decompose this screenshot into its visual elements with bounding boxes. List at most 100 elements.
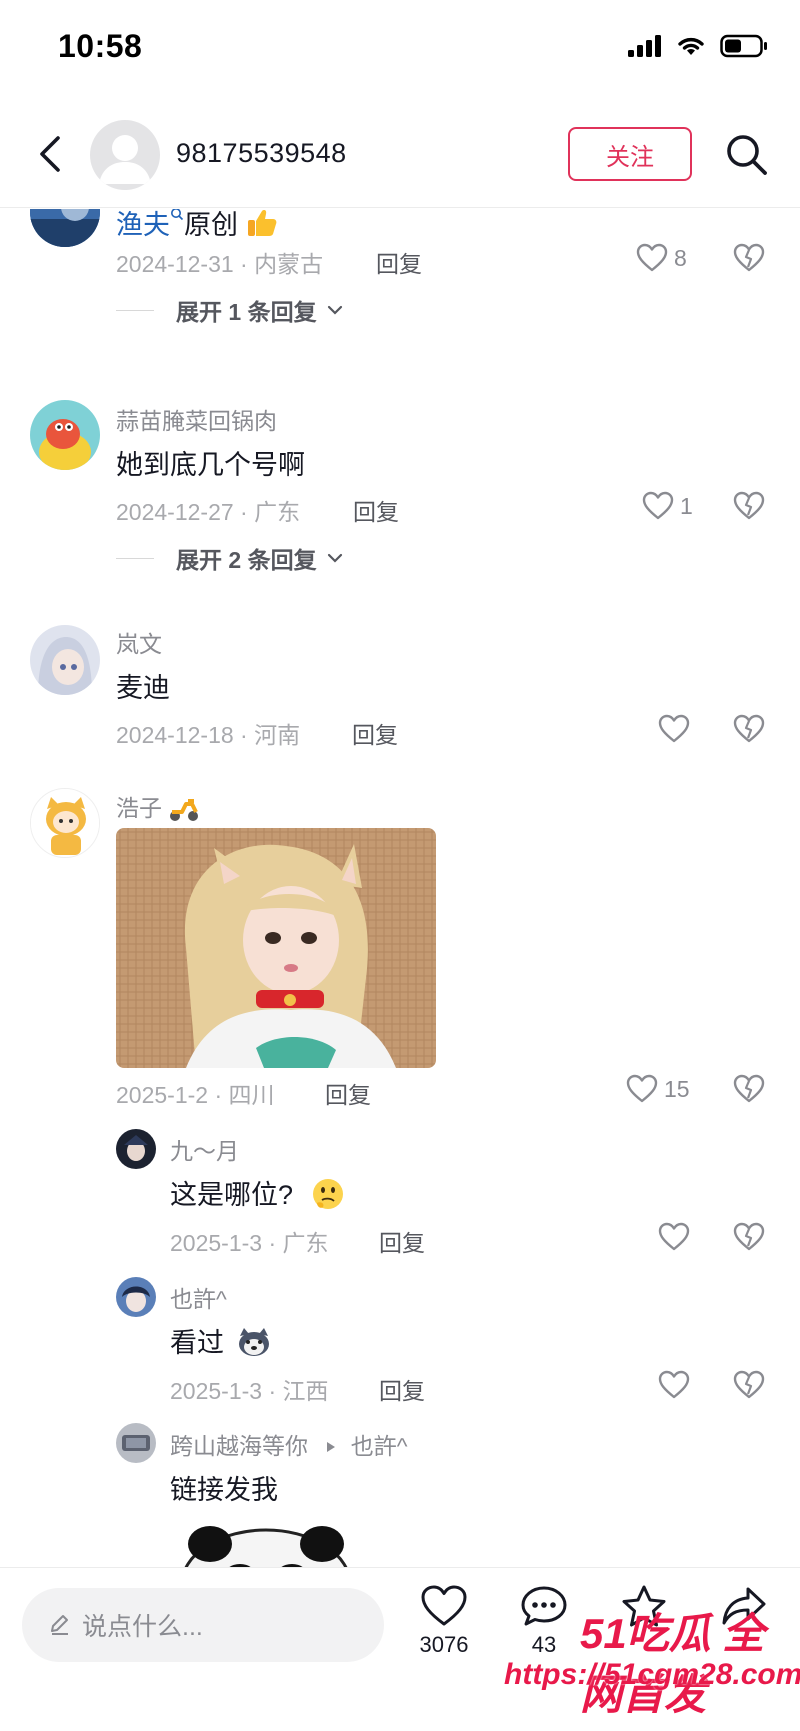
profile-avatar[interactable] [90, 120, 160, 190]
dislike-button[interactable] [733, 243, 765, 278]
replier-name[interactable]: 九～月 [170, 1132, 239, 1166]
like-button[interactable] [658, 1370, 690, 1400]
dislike-button[interactable] [733, 1370, 765, 1405]
dislike-button[interactable] [733, 714, 765, 749]
reply-text: 链接发我 [170, 1475, 278, 1505]
avatar-image [116, 1423, 156, 1463]
dislike-button[interactable] [733, 491, 765, 526]
reply-sticker-image[interactable] [170, 1520, 362, 1567]
expand-replies-button[interactable]: 展开 2 条回复 [116, 541, 343, 575]
avatar-image [30, 400, 100, 470]
favorite-action[interactable] [604, 1584, 684, 1628]
comment-action[interactable]: 43 [504, 1584, 584, 1658]
like-button[interactable]: 15 [626, 1074, 690, 1104]
follow-button[interactable]: 关注 [568, 127, 692, 181]
reply-button[interactable]: 回复 [325, 1076, 371, 1110]
replier-name[interactable]: 也許^ [170, 1280, 227, 1314]
share-arrow-icon [722, 1587, 766, 1625]
chevron-down-icon [327, 305, 342, 315]
comment-meta: 2024-12-27 · 广东 [116, 499, 301, 525]
like-count: 15 [664, 1075, 690, 1102]
like-count: 1 [680, 492, 693, 519]
mention-link[interactable]: 渔夫 [116, 210, 170, 240]
avatar-image [31, 789, 99, 857]
star-icon [622, 1585, 666, 1627]
heart-icon [421, 1585, 467, 1626]
like-button[interactable]: 8 [636, 243, 687, 273]
chevron-down-icon [327, 553, 342, 563]
replier-avatar[interactable] [116, 1129, 156, 1169]
comment-meta: 2024-12-18 · 河南 [116, 722, 301, 748]
wifi-icon [678, 37, 704, 55]
avatar-image [30, 209, 100, 247]
back-arrow-icon [40, 136, 60, 172]
broken-heart-icon [733, 714, 765, 743]
like-button[interactable]: 1 [642, 491, 693, 521]
broken-heart-icon [733, 491, 765, 520]
reply-button[interactable]: 回复 [379, 1372, 425, 1406]
commenter-avatar[interactable] [30, 625, 100, 695]
header: 98175539548 关注 [0, 100, 800, 208]
broken-heart-icon [733, 1074, 765, 1103]
share-action[interactable] [704, 1584, 784, 1628]
dislike-button[interactable] [733, 1074, 765, 1109]
status-icons [628, 34, 768, 58]
search-mention-icon [171, 209, 184, 221]
photo-image [116, 828, 436, 1068]
default-user-icon [99, 135, 151, 184]
commenter-avatar[interactable] [30, 788, 100, 858]
broken-heart-icon [733, 1370, 765, 1399]
thumbs-up-emoji-icon [247, 210, 276, 236]
reply-button[interactable]: 回复 [379, 1224, 425, 1258]
broken-heart-icon [733, 243, 765, 272]
commenter-name[interactable]: 岚文 [116, 625, 162, 659]
comment-meta: 2024-12-31 · 内蒙古 [116, 251, 324, 277]
heart-icon [636, 243, 668, 272]
status-bar: 10:58 [0, 0, 800, 100]
reply-button[interactable]: 回复 [353, 493, 399, 527]
heart-icon [626, 1074, 658, 1103]
search-button[interactable] [722, 130, 772, 180]
comment-meta: 2025-1-2 · 四川 [116, 1082, 275, 1108]
husky-emoji-icon [238, 1328, 269, 1356]
like-button[interactable] [658, 1222, 690, 1252]
divider [116, 557, 154, 559]
like-action[interactable]: 3076 [404, 1584, 484, 1658]
comment-list: 渔夫 原创 2024-12-31 · 内蒙古 回复 8 展开 1 条回复 蒜苗腌菜… [0, 209, 800, 1567]
replier-name[interactable]: 跨山越海等你 也許^ [170, 1427, 408, 1461]
reply-text: 这是哪位? [170, 1173, 345, 1212]
replier-avatar[interactable] [116, 1423, 156, 1463]
comment-count: 43 [531, 1632, 557, 1657]
search-icon [727, 135, 767, 175]
commenter-avatar[interactable] [30, 209, 100, 247]
thinking-face-emoji-icon [312, 1179, 343, 1209]
comment-input[interactable]: 说点什么... [22, 1588, 384, 1662]
status-time: 10:58 [58, 28, 143, 64]
reply-button[interactable]: 回复 [376, 245, 422, 279]
dislike-button[interactable] [733, 1222, 765, 1257]
header-username[interactable]: 98175539548 [176, 138, 347, 169]
back-button[interactable] [30, 130, 70, 178]
commenter-name[interactable]: 浩子 [116, 789, 200, 823]
replier-avatar[interactable] [116, 1277, 156, 1317]
reply-button[interactable]: 回复 [352, 716, 398, 750]
reply-meta: 2025-1-3 · 江西 [170, 1378, 329, 1404]
heart-icon [658, 714, 690, 743]
comment-text: 她到底几个号啊 [116, 450, 305, 480]
avatar-image [30, 625, 100, 695]
divider [116, 309, 154, 311]
panda-sticker-icon [170, 1520, 362, 1567]
battery-icon [720, 34, 767, 58]
scooter-emoji-icon [170, 799, 199, 821]
like-button[interactable] [658, 714, 690, 744]
commenter-avatar[interactable] [30, 400, 100, 470]
like-count: 8 [674, 244, 687, 271]
avatar-image [116, 1129, 156, 1169]
play-arrow-icon [327, 1442, 336, 1452]
expand-replies-button[interactable]: 展开 1 条回复 [116, 293, 343, 327]
commenter-name[interactable]: 蒜苗腌菜回锅肉 [116, 402, 277, 436]
signal-icon [628, 35, 661, 57]
like-count: 3076 [419, 1632, 469, 1657]
reply-meta: 2025-1-3 · 广东 [170, 1230, 329, 1256]
comment-image[interactable] [116, 828, 436, 1068]
